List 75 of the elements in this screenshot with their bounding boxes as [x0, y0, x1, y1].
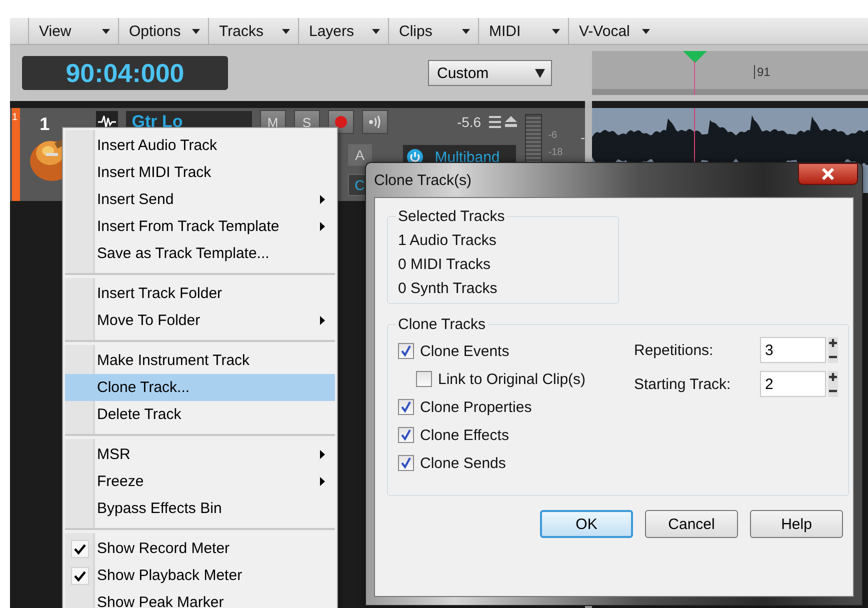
- checkbox[interactable]: [398, 455, 414, 471]
- preset-dropdown[interactable]: Custom: [428, 60, 552, 86]
- track-count: 0 MIDI Tracks: [398, 255, 492, 275]
- menu-item[interactable]: Insert Track Folder: [65, 280, 335, 307]
- caret-icon: [102, 28, 110, 34]
- checkbox-label: Link to Original Clip(s): [438, 370, 586, 388]
- record-icon: [334, 116, 347, 128]
- checkbox[interactable]: [416, 371, 432, 387]
- caret-icon: [372, 28, 380, 34]
- track-count: 1 Audio Tracks: [398, 231, 498, 251]
- close-icon: [821, 168, 835, 180]
- number-field[interactable]: 2: [760, 371, 826, 397]
- caret-icon: [462, 28, 470, 34]
- menu-button[interactable]: MIDI: [478, 18, 568, 44]
- menu-button[interactable]: Options: [118, 18, 208, 44]
- meter-tick-label: -6: [548, 130, 558, 141]
- input-echo-button[interactable]: [362, 110, 388, 134]
- caret-icon: [282, 28, 290, 34]
- playhead-line: [694, 61, 695, 95]
- time-display: 90:04:000: [22, 56, 228, 90]
- caret-icon: [642, 28, 650, 34]
- eject-icon[interactable]: [505, 116, 518, 128]
- caret-icon: [192, 28, 200, 34]
- menu-item[interactable]: Insert Audio Track: [65, 132, 335, 159]
- dropdown-arrow-icon: [535, 68, 545, 78]
- checkbox[interactable]: [398, 399, 414, 415]
- field-label: Repetitions:: [634, 342, 714, 358]
- menu-item[interactable]: Clone Track...: [65, 374, 335, 401]
- dialog-title: Clone Track(s): [374, 172, 472, 189]
- menu-item[interactable]: Show Peak Marker: [65, 589, 335, 608]
- menu-item[interactable]: Make Instrument Track: [65, 347, 335, 374]
- checkbox[interactable]: [398, 343, 414, 359]
- dialog-button[interactable]: OK: [540, 510, 633, 538]
- menu-item[interactable]: Show Playback Meter: [65, 562, 335, 589]
- checkbox-label: Clone Effects: [420, 426, 509, 444]
- menu-button[interactable]: V-Vocal: [568, 18, 658, 44]
- menu-button[interactable]: Layers: [298, 18, 388, 44]
- group-title: Clone Tracks: [397, 316, 487, 333]
- dialog-button[interactable]: Cancel: [645, 510, 738, 538]
- track-count: 0 Synth Tracks: [398, 279, 498, 299]
- checkbox-label: Clone Sends: [420, 454, 506, 472]
- caret-icon: [552, 28, 560, 34]
- menu-item[interactable]: MSR: [65, 441, 335, 468]
- spin-icon[interactable]: [828, 371, 838, 397]
- menu-item[interactable]: Insert MIDI Track: [65, 159, 335, 186]
- menu-item[interactable]: Save as Track Template...: [65, 240, 335, 267]
- list-icon[interactable]: [489, 116, 502, 128]
- track-number: 1: [12, 112, 18, 123]
- menu-item[interactable]: Insert From Track Template: [65, 213, 335, 240]
- spin-icon[interactable]: [828, 337, 838, 363]
- effect-name: Multiband: [434, 148, 500, 166]
- group-title: Selected Tracks: [397, 208, 506, 225]
- menu-item[interactable]: Delete Track: [65, 401, 335, 428]
- checkbox-label: Clone Events: [420, 342, 510, 360]
- number-field[interactable]: 3: [760, 337, 826, 363]
- menu-item[interactable]: Show Record Meter: [65, 535, 335, 562]
- checkbox-label: Clone Properties: [420, 398, 532, 416]
- now-marker-icon[interactable]: [683, 51, 707, 63]
- menu-item[interactable]: Bypass Effects Bin: [65, 495, 335, 522]
- field-label: Starting Track:: [634, 376, 732, 392]
- close-button[interactable]: [798, 163, 858, 185]
- menu-item[interactable]: Move To Folder: [65, 307, 335, 334]
- bar-number: 91: [754, 65, 770, 79]
- clip-label: -: [580, 130, 585, 147]
- track-number: 1: [40, 114, 51, 135]
- menu-button[interactable]: View: [28, 18, 118, 44]
- dialog-button[interactable]: Help: [750, 510, 843, 538]
- volume-readout: -5.6: [456, 114, 482, 130]
- menu-item[interactable]: Freeze: [65, 468, 335, 495]
- menu-item[interactable]: Insert Send: [65, 186, 335, 213]
- checkbox[interactable]: [398, 427, 414, 443]
- speaker-waves-icon: [366, 115, 383, 129]
- menu-button[interactable]: Tracks: [208, 18, 298, 44]
- meter-tick-label: -18: [548, 147, 563, 158]
- menu-button[interactable]: Clips: [388, 18, 478, 44]
